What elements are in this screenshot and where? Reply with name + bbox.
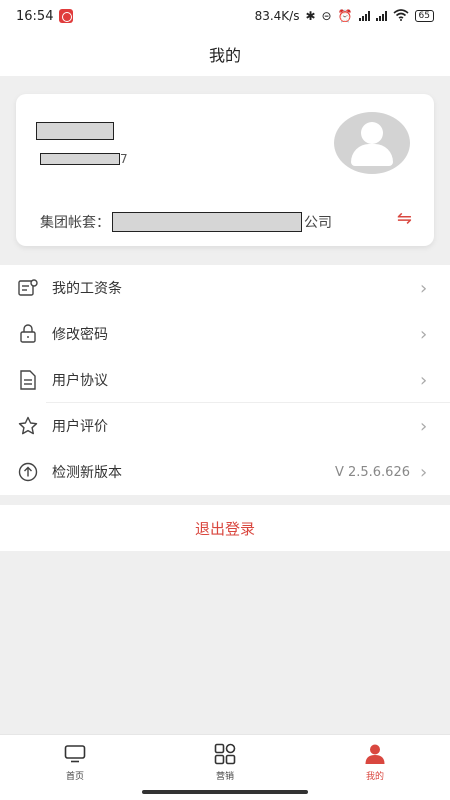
page-title: 我的 [0, 32, 450, 76]
battery-icon: 65 [414, 10, 434, 22]
signal-icon-2 [375, 11, 387, 21]
bluetooth-icon: ✱ [305, 9, 316, 23]
profile-card: 7 集团帐套： 公司 ⇋ [16, 94, 434, 246]
toggle-icon: ⊝ [321, 9, 332, 23]
group-label: 集团帐套： [40, 215, 110, 231]
chevron-right-icon: › [420, 277, 428, 299]
menu-item-payslip[interactable]: 我的工资条 › [0, 265, 450, 311]
group-suffix: 公司 [304, 215, 332, 231]
wifi-icon [393, 8, 409, 24]
menu-label-change-password: 修改密码 [52, 327, 108, 343]
avatar[interactable] [334, 112, 410, 174]
logout-button[interactable]: 退出登录 [0, 505, 450, 551]
menu-label-user-agreement: 用户协议 [52, 373, 108, 389]
phone-redacted [40, 153, 120, 165]
document-icon [0, 370, 52, 390]
tab-home[interactable]: 首页 [0, 735, 150, 800]
tab-label-mine: 我的 [365, 772, 384, 782]
grid-icon [214, 743, 236, 765]
payslip-icon [0, 279, 52, 297]
monitor-icon [64, 743, 86, 765]
menu-label-check-update: 检测新版本 [52, 465, 122, 481]
menu-item-check-update[interactable]: 检测新版本 V 2.5.6.626 › [0, 449, 450, 495]
user-icon [364, 743, 386, 765]
chevron-right-icon: › [420, 323, 428, 345]
home-indicator[interactable] [142, 790, 308, 794]
alarm-icon: ⏰ [337, 9, 353, 23]
user-phone: 7 [40, 152, 128, 166]
menu-label-user-review: 用户评价 [52, 419, 108, 435]
chevron-right-icon: › [420, 415, 428, 437]
lock-icon [0, 324, 52, 344]
switch-account-icon[interactable]: ⇋ [397, 208, 412, 229]
network-speed: 83.4K/s [254, 9, 300, 23]
app-version: V 2.5.6.626 [334, 464, 410, 480]
group-account-row: 集团帐套： 公司 [40, 212, 332, 232]
tab-label-home: 首页 [65, 772, 84, 782]
phone-suffix: 7 [120, 152, 128, 166]
chevron-right-icon: › [420, 461, 428, 483]
star-icon [0, 416, 52, 436]
menu-item-user-agreement[interactable]: 用户协议 › [0, 357, 450, 403]
upload-icon [0, 462, 52, 482]
menu-label-payslip: 我的工资条 [52, 281, 122, 297]
signal-icon [358, 11, 370, 21]
tab-label-marketing: 营销 [215, 772, 234, 782]
app-notification-icon [59, 9, 74, 23]
menu-item-change-password[interactable]: 修改密码 › [0, 311, 450, 357]
tab-mine[interactable]: 我的 [300, 735, 450, 800]
menu-item-user-review[interactable]: 用户评价 › [0, 403, 450, 449]
status-time: 16:54 [16, 8, 54, 24]
status-bar: 16:54 83.4K/s ✱ ⊝ ⏰ 65 [0, 0, 450, 32]
group-name-redacted [112, 212, 302, 232]
settings-menu: 我的工资条 › 修改密码 › 用户协议 › 用户评价 › 检测新版本 V 2.5… [0, 265, 450, 495]
chevron-right-icon: › [420, 369, 428, 391]
user-name-redacted [36, 122, 114, 140]
